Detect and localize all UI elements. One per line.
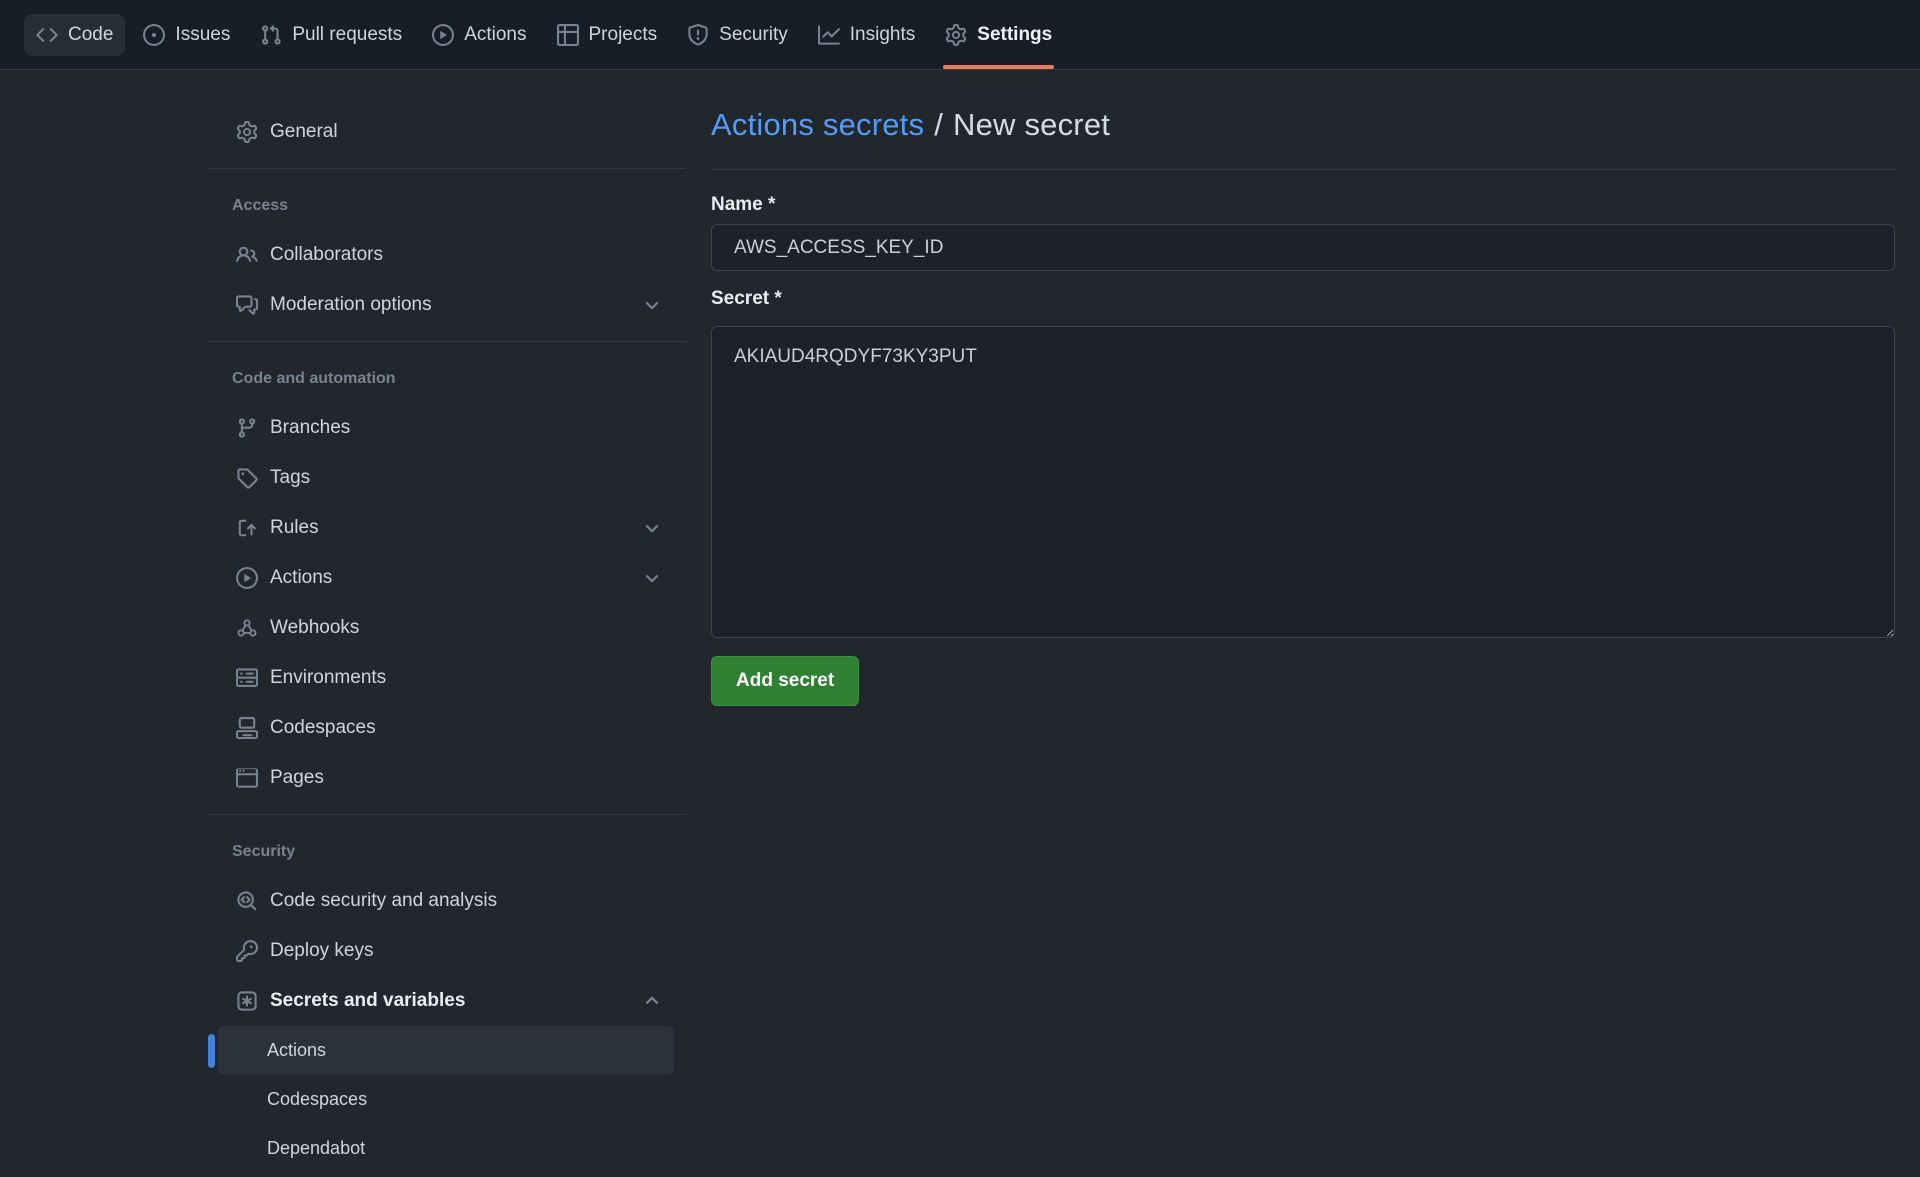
git-pull-request-icon xyxy=(260,24,282,46)
sidebar-item-label: Actions xyxy=(267,1040,326,1061)
table-icon xyxy=(557,24,579,46)
play-circle-icon xyxy=(432,24,454,46)
sidebar-item-label: Actions xyxy=(270,567,332,589)
chevron-down-icon xyxy=(642,518,662,538)
sidebar-section-access: Access xyxy=(208,180,686,230)
secret-field-label: Secret * xyxy=(711,288,1895,310)
nav-tab-label: Pull requests xyxy=(292,24,402,46)
nav-tab-projects[interactable]: Projects xyxy=(545,14,670,56)
nav-tab-label: Projects xyxy=(589,24,658,46)
nav-tab-code[interactable]: Code xyxy=(24,14,125,56)
nav-tab-insights[interactable]: Insights xyxy=(806,14,927,56)
sidebar-item-pages[interactable]: Pages xyxy=(208,753,686,803)
nav-tab-label: Settings xyxy=(977,24,1052,46)
active-indicator xyxy=(208,1034,215,1068)
graph-icon xyxy=(818,24,840,46)
sidebar-item-label: Collaborators xyxy=(270,244,383,266)
sidebar-item-deploy-keys[interactable]: Deploy keys xyxy=(208,926,686,976)
sidebar-item-label: Environments xyxy=(270,667,386,689)
sidebar-item-general[interactable]: General xyxy=(208,107,686,157)
code-icon xyxy=(36,24,58,46)
sidebar-item-label: Secrets and variables xyxy=(270,990,465,1012)
server-icon xyxy=(236,667,258,689)
git-branch-icon xyxy=(236,417,258,439)
sidebar-item-label: Codespaces xyxy=(267,1089,367,1110)
shield-icon xyxy=(687,24,709,46)
sidebar-item-code-security-and-analysis[interactable]: Code security and analysis xyxy=(208,876,686,926)
codescan-icon xyxy=(236,890,258,912)
nav-tab-label: Actions xyxy=(464,24,526,46)
tag-icon xyxy=(236,467,258,489)
sidebar-item-rules[interactable]: Rules xyxy=(208,503,686,553)
nav-tab-label: Issues xyxy=(175,24,230,46)
sidebar-item-label: Branches xyxy=(270,417,350,439)
sidebar-item-actions[interactable]: Actions xyxy=(208,553,686,603)
divider xyxy=(711,169,1895,170)
nav-tab-label: Insights xyxy=(850,24,915,46)
divider xyxy=(208,341,686,342)
breadcrumb-current: New secret xyxy=(953,107,1110,142)
breadcrumb-actions-secrets-link[interactable]: Actions secrets xyxy=(711,107,924,142)
sidebar-item-label: Code security and analysis xyxy=(270,890,497,912)
settings-sidebar: General Access Collaborators Moderation … xyxy=(208,107,686,1173)
nav-tab-settings[interactable]: Settings xyxy=(933,14,1064,56)
play-circle-icon xyxy=(236,567,258,589)
sidebar-section-code-and-automation: Code and automation xyxy=(208,353,686,403)
browser-icon xyxy=(236,767,258,789)
chevron-down-icon xyxy=(642,295,662,315)
sidebar-item-environments[interactable]: Environments xyxy=(208,653,686,703)
repo-tab-bar: Code Issues Pull requests Actions Projec… xyxy=(0,0,1920,70)
breadcrumb-separator: / xyxy=(934,107,943,142)
add-secret-button[interactable]: Add secret xyxy=(711,656,859,706)
secret-value-textarea[interactable]: AKIAUD4RQDYF73KY3PUT xyxy=(711,326,1895,638)
sidebar-item-label: Rules xyxy=(270,517,319,539)
nav-tab-pull-requests[interactable]: Pull requests xyxy=(248,14,414,56)
nav-tab-label: Security xyxy=(719,24,788,46)
webhook-icon xyxy=(236,617,258,639)
sidebar-subitem-actions[interactable]: Actions xyxy=(218,1026,674,1075)
nav-tab-security[interactable]: Security xyxy=(675,14,800,56)
sidebar-item-label: General xyxy=(270,121,338,143)
sidebar-item-label: Dependabot xyxy=(267,1138,365,1159)
gear-icon xyxy=(945,24,967,46)
sidebar-item-tags[interactable]: Tags xyxy=(208,453,686,503)
sidebar-subitem-codespaces[interactable]: Codespaces xyxy=(208,1075,686,1124)
sidebar-item-label: Webhooks xyxy=(270,617,359,639)
sidebar-item-label: Tags xyxy=(270,467,310,489)
sidebar-item-collaborators[interactable]: Collaborators xyxy=(208,230,686,280)
new-secret-form: Actions secrets / New secret Name * Secret… xyxy=(711,107,1895,706)
sidebar-subitem-dependabot[interactable]: Dependabot xyxy=(208,1124,686,1173)
rules-icon xyxy=(236,517,258,539)
sidebar-item-branches[interactable]: Branches xyxy=(208,403,686,453)
asterisk-box-icon xyxy=(236,990,258,1012)
sidebar-item-webhooks[interactable]: Webhooks xyxy=(208,603,686,653)
settings-page: General Access Collaborators Moderation … xyxy=(0,70,1920,1173)
sidebar-item-codespaces[interactable]: Codespaces xyxy=(208,703,686,753)
issue-opened-icon xyxy=(143,24,165,46)
sidebar-item-secrets-and-variables[interactable]: Secrets and variables xyxy=(208,976,686,1026)
sidebar-item-label: Pages xyxy=(270,767,324,789)
sidebar-section-security: Security xyxy=(208,826,686,876)
gear-icon xyxy=(236,121,258,143)
comment-discussion-icon xyxy=(236,294,258,316)
people-icon xyxy=(236,244,258,266)
sidebar-item-label: Moderation options xyxy=(270,294,432,316)
sidebar-item-label: Codespaces xyxy=(270,717,376,739)
chevron-up-icon xyxy=(642,991,662,1011)
sidebar-item-label: Deploy keys xyxy=(270,940,374,962)
codespaces-icon xyxy=(236,717,258,739)
name-field-label: Name * xyxy=(711,194,1895,216)
nav-tab-label: Code xyxy=(68,24,113,46)
nav-tab-issues[interactable]: Issues xyxy=(131,14,242,56)
chevron-down-icon xyxy=(642,568,662,588)
divider xyxy=(208,168,686,169)
secret-name-input[interactable] xyxy=(711,224,1895,271)
key-icon xyxy=(236,940,258,962)
page-title: Actions secrets / New secret xyxy=(711,107,1895,143)
sidebar-item-moderation-options[interactable]: Moderation options xyxy=(208,280,686,330)
nav-tab-actions[interactable]: Actions xyxy=(420,14,538,56)
divider xyxy=(208,814,686,815)
active-tab-underline xyxy=(943,65,1054,69)
